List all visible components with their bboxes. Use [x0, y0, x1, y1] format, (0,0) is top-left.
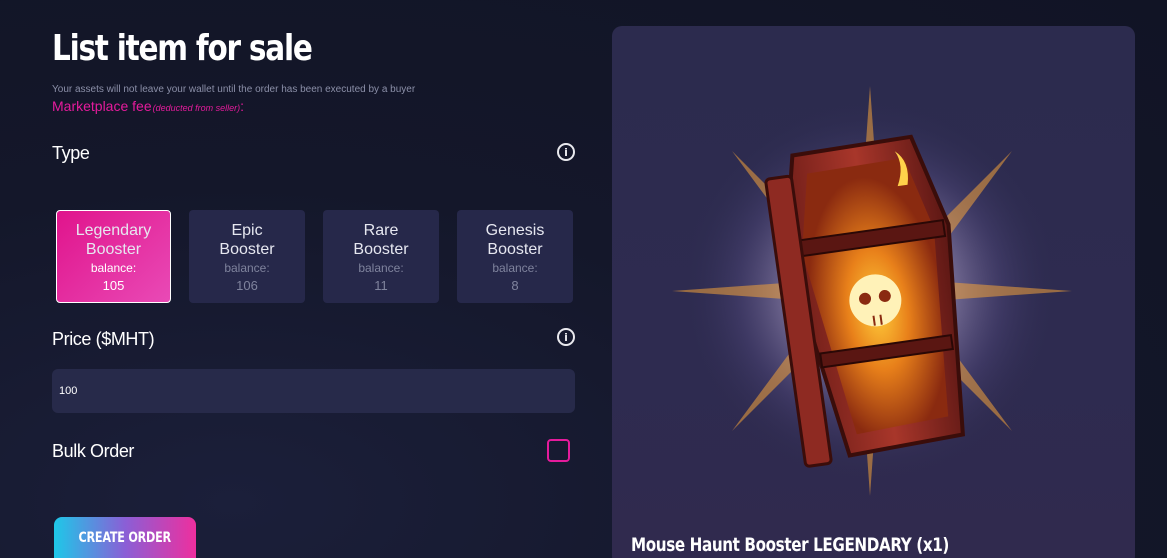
type-option-kind: Booster — [353, 240, 409, 258]
balance-label: balance: — [358, 260, 404, 275]
type-option-genesis[interactable]: Genesis Booster balance: 8 — [457, 210, 573, 303]
type-option-name: Rare — [363, 221, 399, 239]
price-input[interactable] — [52, 369, 575, 413]
price-label: Price ($MHT) — [52, 329, 155, 349]
fee-label: Marketplace fee — [52, 98, 152, 114]
type-info-icon[interactable]: i — [557, 143, 575, 161]
balance-value: 106 — [236, 277, 258, 293]
balance-value: 11 — [374, 277, 388, 293]
item-name: Mouse Haunt Booster LEGENDARY (x1) — [631, 534, 949, 556]
balance-label: balance: — [492, 260, 538, 275]
marketplace-fee: Marketplace fee (deducted from seller) : — [52, 98, 244, 114]
type-label: Type — [52, 143, 90, 163]
create-order-label: CREATE ORDER — [78, 530, 172, 546]
fee-note: (deducted from seller) — [152, 103, 241, 113]
type-option-kind: Booster — [487, 240, 543, 258]
page-title: List item for sale — [52, 28, 313, 69]
type-option-epic[interactable]: Epic Booster balance: 106 — [189, 210, 305, 303]
type-option-name: Legendary — [75, 221, 152, 239]
fee-colon: : — [240, 98, 245, 114]
type-option-kind: Booster — [219, 240, 275, 258]
page-subtitle: Your assets will not leave your wallet u… — [52, 84, 416, 95]
balance-label: balance: — [90, 260, 137, 275]
type-option-kind: Booster — [85, 240, 142, 258]
balance-value: 8 — [511, 277, 519, 293]
type-options: Legendary Booster balance: 105 Epic Boos… — [56, 210, 573, 303]
create-order-button[interactable]: CREATE ORDER — [54, 517, 196, 558]
type-option-name: Epic — [231, 221, 263, 239]
price-info-icon[interactable]: i — [557, 328, 575, 346]
type-option-rare[interactable]: Rare Booster balance: 11 — [323, 210, 439, 303]
item-preview-panel: Mouse Haunt Booster LEGENDARY (x1) — [612, 26, 1135, 558]
balance-value: 105 — [102, 277, 125, 293]
bulk-order-checkbox[interactable] — [547, 439, 570, 462]
type-option-legendary[interactable]: Legendary Booster balance: 105 — [56, 210, 171, 303]
balance-label: balance: — [224, 260, 270, 275]
bulk-order-label: Bulk Order — [52, 441, 135, 461]
type-option-name: Genesis — [485, 221, 545, 239]
legendary-coffin-booster-image — [672, 86, 1072, 496]
